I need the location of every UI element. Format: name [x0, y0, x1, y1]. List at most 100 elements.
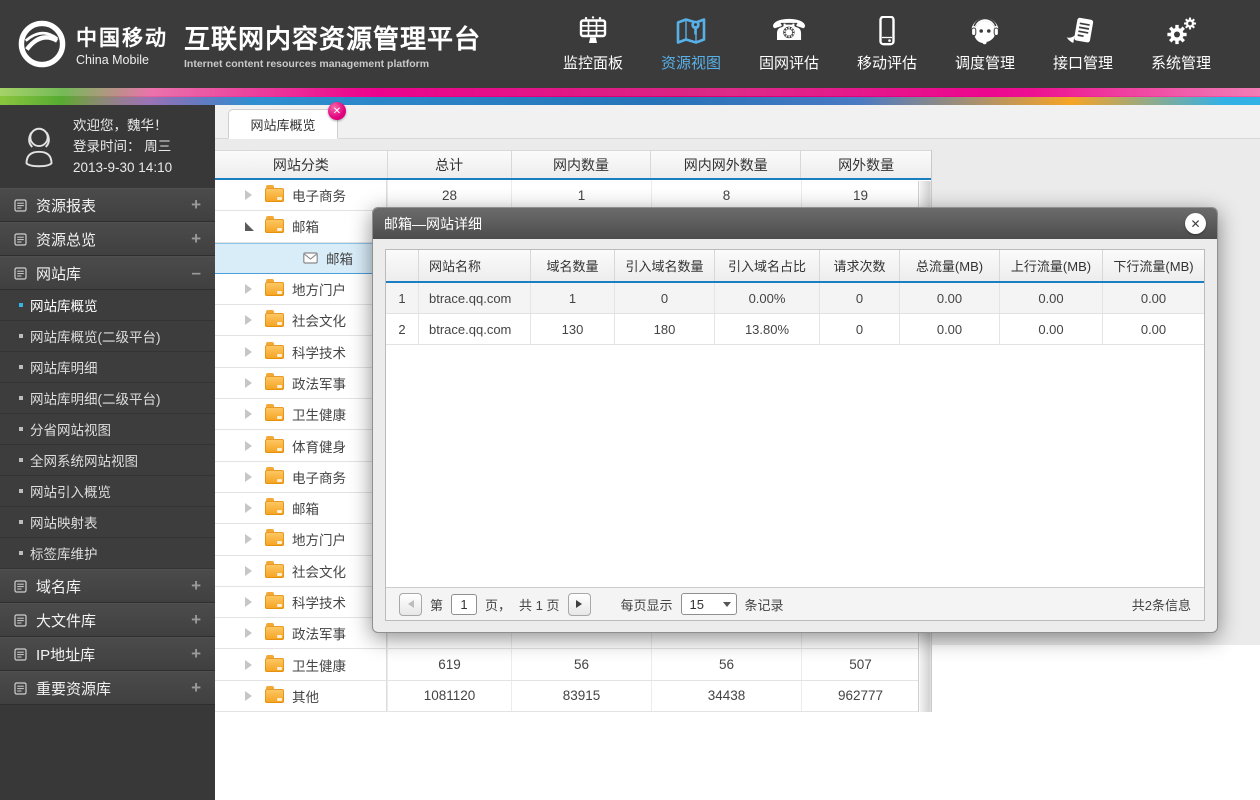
tab-close-icon[interactable]: ✕ — [328, 102, 346, 120]
sidebar-menu: 资源报表 + 资源总览 + 网站库 – 网站库概览 网站库概览(二级平台) 网站… — [0, 188, 215, 705]
avatar-icon — [25, 127, 53, 167]
category-row[interactable]: 卫生健康 619 56 56 507 — [215, 649, 931, 681]
tree-toggle-icon[interactable] — [245, 346, 252, 357]
sidebar-subitem-label: 网站库概览(二级平台) — [30, 330, 161, 345]
in-out-network-value: 56 — [651, 649, 801, 680]
website-name: btrace.qq.com — [418, 283, 530, 313]
tree-toggle-icon[interactable] — [245, 440, 252, 451]
sidebar-group[interactable]: IP地址库 + — [0, 637, 215, 671]
nav-item-系统管理[interactable]: 系统管理 — [1150, 16, 1212, 73]
bullet-icon — [19, 303, 23, 307]
sidebar-subitem[interactable]: 网站库明细 — [0, 352, 215, 383]
nav-item-label: 调度管理 — [954, 54, 1015, 72]
sidebar-subitem[interactable]: 全网系统网站视图 — [0, 445, 215, 476]
request-count: 0 — [819, 283, 899, 313]
total-pages-label: 共 1 页 — [519, 597, 560, 613]
page-number-input[interactable] — [451, 593, 478, 615]
tree-toggle-icon[interactable] — [245, 503, 252, 514]
tree-toggle-icon[interactable] — [245, 659, 252, 670]
headset-icon — [967, 16, 1003, 46]
nav-item-label: 监控面板 — [562, 54, 623, 72]
per-page-select[interactable]: 15 — [680, 593, 737, 615]
row-index: 1 — [398, 290, 406, 306]
dialog-titlebar[interactable]: 邮箱—网站详细 ✕ — [373, 208, 1217, 239]
category-label: 电子商务 — [292, 189, 346, 205]
category-label: 科学技术 — [292, 596, 346, 611]
nav-item-接口管理[interactable]: 接口管理 — [1052, 16, 1114, 73]
expand-toggle-icon[interactable]: + — [191, 644, 201, 664]
sidebar-subitem[interactable]: 分省网站视图 — [0, 414, 215, 445]
page-subtitle: Internet content resources management pl… — [184, 57, 430, 70]
next-page-button[interactable] — [567, 592, 591, 616]
sidebar-group[interactable]: 域名库 + — [0, 569, 215, 603]
login-datetime: 2013-9-30 14:10 — [73, 160, 173, 175]
sidebar-subitem[interactable]: 标签库维护 — [0, 538, 215, 569]
nav-item-固网评估[interactable]: ☎ 固网评估 — [758, 16, 820, 73]
domain-count: 130 — [530, 314, 614, 344]
dialog-close-icon[interactable]: ✕ — [1185, 213, 1206, 234]
nav-item-监控面板[interactable]: 监控面板 — [562, 15, 624, 73]
category-label: 政法军事 — [292, 627, 346, 643]
tree-toggle-icon[interactable] — [245, 315, 252, 326]
gears-icon — [1163, 16, 1199, 46]
sidebar-subitem[interactable]: 网站库明细(二级平台) — [0, 383, 215, 414]
folder-icon — [265, 435, 284, 453]
tree-toggle-icon[interactable] — [245, 190, 252, 201]
right-arrow-icon — [576, 600, 582, 608]
sidebar-group[interactable]: 重要资源库 + — [0, 671, 215, 705]
tree-toggle-icon[interactable] — [245, 534, 252, 545]
nav-item-移动评估[interactable]: 移动评估 — [856, 15, 918, 73]
category-label: 其他 — [292, 689, 319, 705]
tree-toggle-icon[interactable] — [245, 597, 252, 607]
document-list-icon — [14, 579, 27, 593]
tree-toggle-icon[interactable] — [245, 565, 252, 576]
sidebar-group[interactable]: 资源报表 + — [0, 188, 215, 222]
tree-toggle-icon[interactable] — [245, 628, 252, 639]
category-label: 卫生健康 — [292, 408, 346, 424]
sidebar-subitem-label: 标签库维护 — [30, 547, 98, 562]
folder-icon — [265, 654, 284, 672]
document-list-icon — [14, 647, 27, 661]
category-row[interactable]: 其他 1081120 83915 34438 962777 — [215, 680, 931, 713]
tree-toggle-icon[interactable] — [245, 690, 252, 701]
nav-item-调度管理[interactable]: 调度管理 — [954, 16, 1016, 73]
tree-toggle-icon[interactable] — [245, 409, 252, 420]
tree-toggle-icon[interactable] — [245, 471, 252, 482]
sidebar-subitem[interactable]: 网站库概览 — [0, 290, 215, 321]
sidebar-subitem[interactable]: 网站映射表 — [0, 507, 215, 538]
row-index: 2 — [398, 321, 406, 337]
total-traffic: 0.00 — [899, 283, 999, 313]
imported-domain-count: 0 — [614, 283, 714, 313]
sidebar-group[interactable]: 资源总览 + — [0, 222, 215, 256]
category-label: 邮箱 — [292, 220, 319, 236]
expand-toggle-icon[interactable]: – — [192, 263, 201, 283]
expand-toggle-icon[interactable]: + — [191, 678, 201, 698]
nav-item-资源视图[interactable]: 资源视图 — [660, 16, 722, 73]
sidebar-group[interactable]: 大文件库 + — [0, 603, 215, 637]
expand-toggle-icon[interactable]: + — [191, 195, 201, 215]
expand-toggle-icon[interactable]: + — [191, 229, 201, 249]
column-header: 网站名称 — [418, 250, 530, 281]
tree-toggle-icon[interactable] — [245, 377, 252, 388]
column-header: 上行流量(MB) — [999, 250, 1102, 281]
interface-doc-icon — [1065, 16, 1101, 46]
sidebar-subitem[interactable]: 网站库概览(二级平台) — [0, 321, 215, 352]
brand: 中国移动 China Mobile 互联网内容资源管理平台 Internet c… — [0, 18, 481, 70]
category-label: 科学技术 — [292, 345, 346, 361]
category-label: 卫生健康 — [292, 658, 346, 674]
expand-toggle-icon[interactable]: + — [191, 610, 201, 630]
sidebar-group[interactable]: 网站库 – — [0, 256, 215, 290]
prev-page-button[interactable] — [399, 592, 422, 616]
page-prefix-label: 第 — [430, 597, 444, 613]
expand-toggle-icon[interactable]: + — [191, 576, 201, 596]
nav-item-label: 固网评估 — [758, 54, 819, 72]
tab-website-library-overview[interactable]: 网站库概览 ✕ — [228, 102, 346, 139]
sidebar-subitem[interactable]: 网站引入概览 — [0, 476, 215, 507]
dialog-table-body: 1 btrace.qq.com 1 0 0.00% 0 0.00 0.00 0.… — [386, 283, 1204, 345]
sidebar-group-label: 网站库 — [36, 265, 82, 283]
sidebar-subitem-label: 全网系统网站视图 — [30, 454, 138, 469]
nav-item-label: 移动评估 — [856, 54, 917, 72]
tree-toggle-icon[interactable] — [245, 221, 254, 231]
in-network-value: 1 — [511, 180, 651, 211]
tree-toggle-icon[interactable] — [245, 284, 252, 295]
